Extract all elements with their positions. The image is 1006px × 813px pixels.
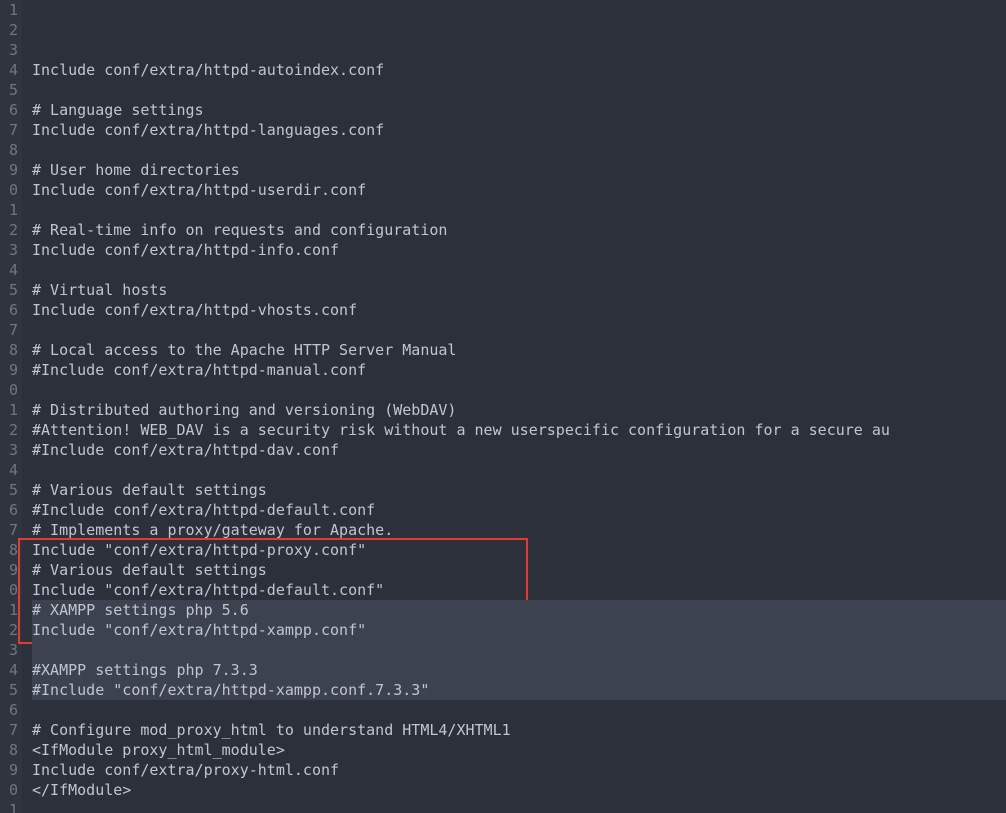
line-number: 2 — [0, 620, 18, 640]
line-number: 7 — [0, 120, 18, 140]
code-line[interactable] — [32, 700, 1006, 720]
code-line[interactable]: # XAMPP settings php 5.6 — [32, 600, 1006, 620]
code-line[interactable] — [32, 80, 1006, 100]
code-line[interactable] — [32, 460, 1006, 480]
code-line[interactable]: Include conf/extra/httpd-vhosts.conf — [32, 300, 1006, 320]
code-line[interactable]: # Virtual hosts — [32, 280, 1006, 300]
line-number: 4 — [0, 60, 18, 80]
line-number: 3 — [0, 640, 18, 660]
line-number: 8 — [0, 140, 18, 160]
line-number: 1 — [0, 200, 18, 220]
line-number: 5 — [0, 680, 18, 700]
line-number: 1 — [0, 400, 18, 420]
line-number: 0 — [0, 380, 18, 400]
line-number: 6 — [0, 500, 18, 520]
code-line[interactable]: Include conf/extra/proxy-html.conf — [32, 760, 1006, 780]
line-number: 8 — [0, 340, 18, 360]
code-line[interactable]: #Include conf/extra/httpd-default.conf — [32, 500, 1006, 520]
line-number: 2 — [0, 220, 18, 240]
code-line[interactable]: # Configure mod_proxy_html to understand… — [32, 720, 1006, 740]
code-line[interactable]: Include "conf/extra/httpd-xampp.conf" — [32, 620, 1006, 640]
code-line[interactable]: #XAMPP settings php 7.3.3 — [32, 660, 1006, 680]
line-number: 3 — [0, 240, 18, 260]
line-number: 7 — [0, 520, 18, 540]
code-line[interactable]: #Attention! WEB_DAV is a security risk w… — [32, 420, 1006, 440]
code-line[interactable]: Include conf/extra/httpd-languages.conf — [32, 120, 1006, 140]
code-line[interactable]: #Include conf/extra/httpd-dav.conf — [32, 440, 1006, 460]
line-number: 8 — [0, 740, 18, 760]
code-line[interactable]: Include conf/extra/httpd-info.conf — [32, 240, 1006, 260]
line-number: 8 — [0, 540, 18, 560]
code-line[interactable]: #Include "conf/extra/httpd-xampp.conf.7.… — [32, 680, 1006, 700]
line-number: 5 — [0, 480, 18, 500]
code-line[interactable]: #Include conf/extra/httpd-manual.conf — [32, 360, 1006, 380]
line-number: 4 — [0, 660, 18, 680]
code-line[interactable] — [32, 380, 1006, 400]
line-number: 6 — [0, 100, 18, 120]
line-number: 0 — [0, 580, 18, 600]
code-line[interactable]: Include conf/extra/httpd-userdir.conf — [32, 180, 1006, 200]
line-number: 1 — [0, 600, 18, 620]
line-number: 7 — [0, 720, 18, 740]
line-number: 9 — [0, 360, 18, 380]
code-line[interactable] — [32, 260, 1006, 280]
code-line[interactable] — [32, 640, 1006, 660]
code-line[interactable]: </IfModule> — [32, 780, 1006, 800]
line-number: 5 — [0, 280, 18, 300]
code-line[interactable] — [32, 320, 1006, 340]
line-number: 7 — [0, 320, 18, 340]
code-line[interactable]: # Language settings — [32, 100, 1006, 120]
code-area[interactable]: Include conf/extra/httpd-autoindex.conf #… — [22, 0, 1006, 813]
line-number: 4 — [0, 260, 18, 280]
code-line[interactable]: Include conf/extra/httpd-autoindex.conf — [32, 60, 1006, 80]
code-line[interactable] — [32, 140, 1006, 160]
line-number: 5 — [0, 80, 18, 100]
code-line[interactable]: # Various default settings — [32, 560, 1006, 580]
line-number: 6 — [0, 300, 18, 320]
line-number-gutter: 1234567890123456789012345678901234567890… — [0, 0, 22, 813]
code-line[interactable]: Include "conf/extra/httpd-default.conf" — [32, 580, 1006, 600]
line-number: 6 — [0, 700, 18, 720]
code-line[interactable] — [32, 800, 1006, 813]
line-number: 1 — [0, 0, 18, 20]
line-number: 9 — [0, 560, 18, 580]
line-number: 0 — [0, 180, 18, 200]
code-line[interactable]: # Real-time info on requests and configu… — [32, 220, 1006, 240]
line-number: 0 — [0, 780, 18, 800]
code-line[interactable]: # Distributed authoring and versioning (… — [32, 400, 1006, 420]
code-line[interactable]: # User home directories — [32, 160, 1006, 180]
code-line[interactable] — [32, 200, 1006, 220]
line-number: 1 — [0, 800, 18, 813]
line-number: 2 — [0, 20, 18, 40]
code-line[interactable]: # Local access to the Apache HTTP Server… — [32, 340, 1006, 360]
code-editor[interactable]: 1234567890123456789012345678901234567890… — [0, 0, 1006, 813]
code-line[interactable]: # Implements a proxy/gateway for Apache. — [32, 520, 1006, 540]
line-number: 9 — [0, 160, 18, 180]
line-number: 2 — [0, 420, 18, 440]
line-number: 9 — [0, 760, 18, 780]
code-line[interactable]: Include "conf/extra/httpd-proxy.conf" — [32, 540, 1006, 560]
line-number: 3 — [0, 440, 18, 460]
code-line[interactable]: <IfModule proxy_html_module> — [32, 740, 1006, 760]
line-number: 3 — [0, 40, 18, 60]
line-number: 4 — [0, 460, 18, 480]
code-line[interactable]: # Various default settings — [32, 480, 1006, 500]
